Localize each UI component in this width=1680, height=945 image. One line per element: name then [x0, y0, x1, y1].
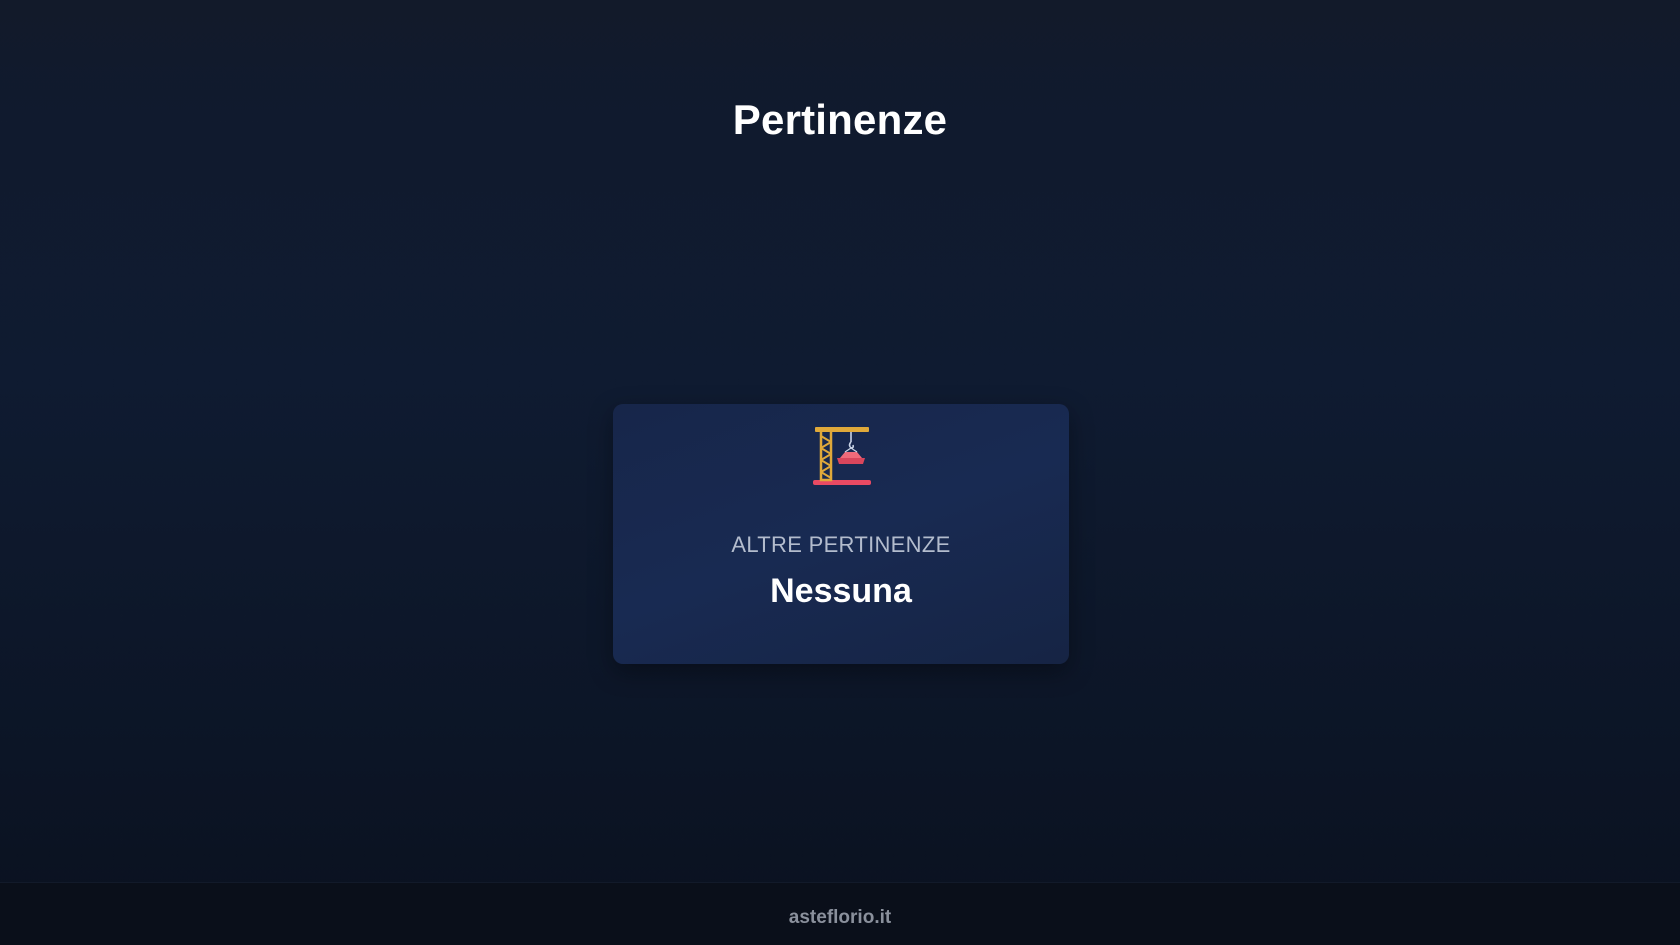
card-value: Nessuna: [770, 572, 912, 610]
footer: asteflorio.it: [0, 882, 1680, 945]
construction-crane-icon: [809, 422, 875, 488]
pertinenze-card: ALTRE PERTINENZE Nessuna: [613, 404, 1069, 664]
top-band: [0, 0, 1680, 75]
footer-site-text: asteflorio.it: [788, 907, 892, 928]
card-label: ALTRE PERTINENZE: [731, 532, 951, 557]
page-title: Pertinenze: [732, 96, 948, 143]
